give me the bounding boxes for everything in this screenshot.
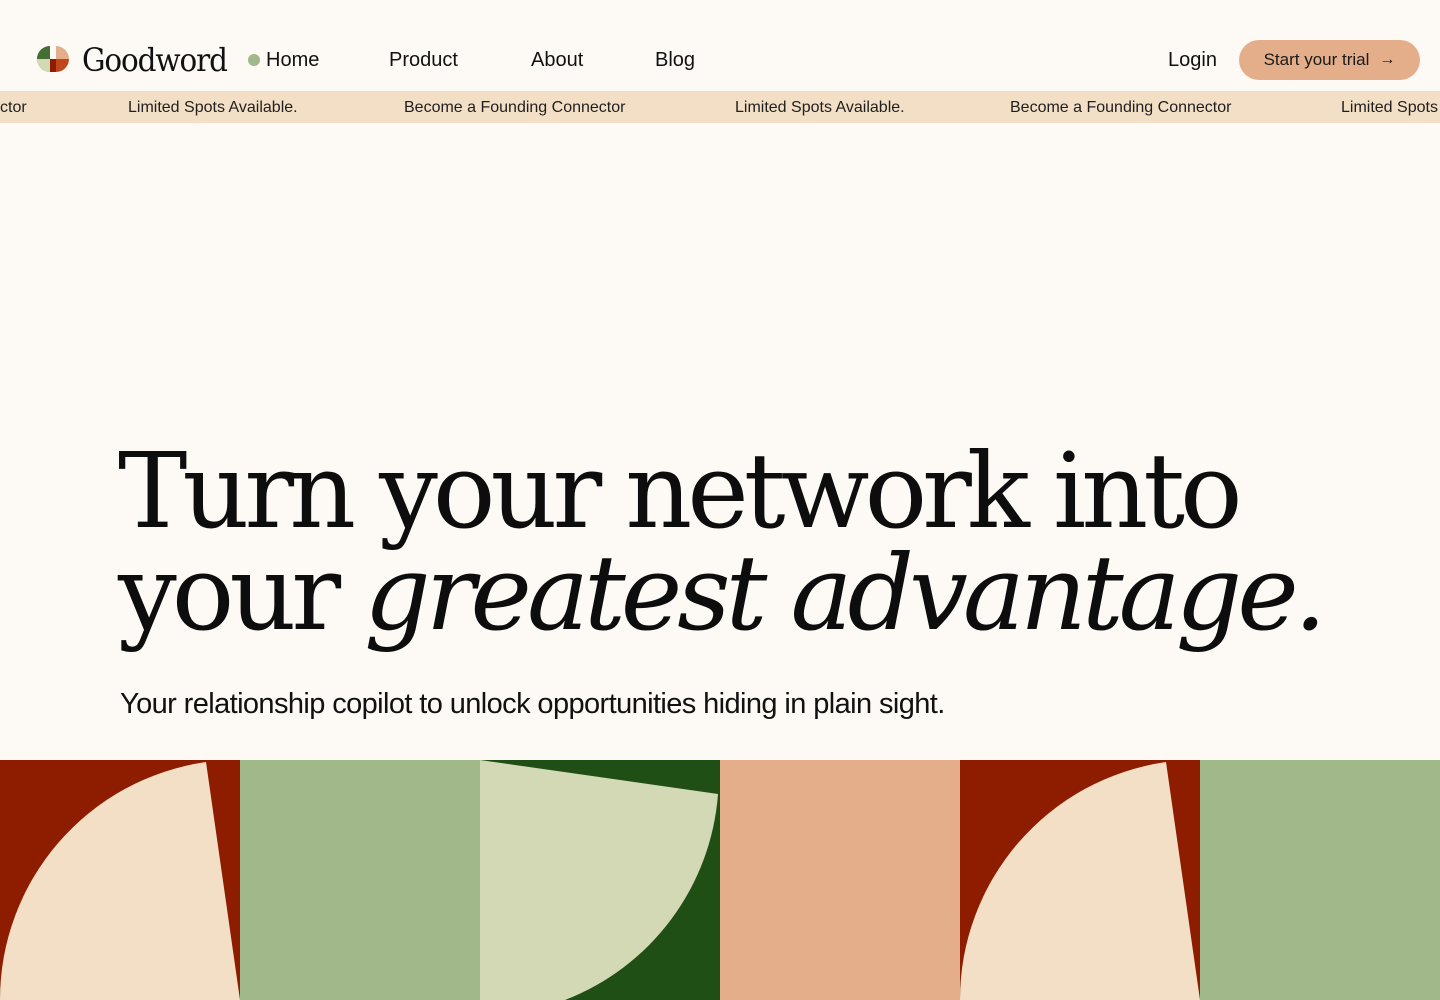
hero-title-line-2: your greatest advantage. bbox=[118, 541, 1398, 645]
nav-item-blog[interactable]: Blog bbox=[655, 45, 695, 75]
start-trial-button[interactable]: Start your trial → bbox=[1239, 40, 1420, 80]
art-tile-plain bbox=[240, 760, 480, 1000]
marquee-item: Become a Founding Connector bbox=[1010, 99, 1232, 116]
hero-title-line-1: Turn your network into bbox=[118, 430, 1243, 552]
login-link[interactable]: Login bbox=[1168, 45, 1217, 75]
marquee-item: Limited Spots Available. bbox=[128, 99, 298, 116]
decorative-art-tiles bbox=[0, 760, 1440, 1000]
site-header: Goodword Home Product About Blog Login S… bbox=[0, 0, 1440, 92]
tile-background bbox=[720, 760, 960, 1000]
art-tile-fan-left bbox=[0, 760, 240, 1000]
hero-title: Turn your network into your greatest adv… bbox=[118, 430, 1398, 645]
nav-item-label: Home bbox=[266, 49, 320, 71]
hero-subtitle: Your relationship copilot to unlock oppo… bbox=[120, 688, 945, 720]
art-tile-plain bbox=[720, 760, 960, 1000]
marquee-item: Become a Founding Connector bbox=[404, 99, 626, 116]
nav-item-product[interactable]: Product bbox=[389, 45, 458, 75]
active-indicator-dot bbox=[248, 54, 260, 66]
marquee-item: ctor bbox=[0, 99, 27, 116]
nav-item-home[interactable]: Home bbox=[248, 45, 319, 75]
goodword-logo[interactable]: Goodword bbox=[36, 42, 239, 76]
art-tile-fan-left bbox=[960, 760, 1200, 1000]
start-trial-label: Start your trial bbox=[1263, 50, 1370, 69]
logo-mark-icon bbox=[37, 46, 69, 72]
marquee-item: Limited Spots bbox=[1341, 99, 1438, 116]
tile-background bbox=[240, 760, 480, 1000]
hero-title-emphasis: greatest advantage. bbox=[364, 532, 1327, 654]
marquee-item: Limited Spots Available. bbox=[735, 99, 905, 116]
arrow-right-icon: → bbox=[1379, 51, 1396, 68]
art-tile-fan-right bbox=[480, 760, 720, 1000]
tile-background bbox=[1200, 760, 1440, 1000]
announcement-marquee: ctor Limited Spots Available. Become a F… bbox=[0, 92, 1440, 123]
logo-wordmark: Goodword bbox=[82, 41, 228, 79]
nav-item-about[interactable]: About bbox=[531, 45, 583, 75]
art-tile-plain bbox=[1200, 760, 1440, 1000]
hero-title-line-2-start: your bbox=[118, 532, 365, 654]
